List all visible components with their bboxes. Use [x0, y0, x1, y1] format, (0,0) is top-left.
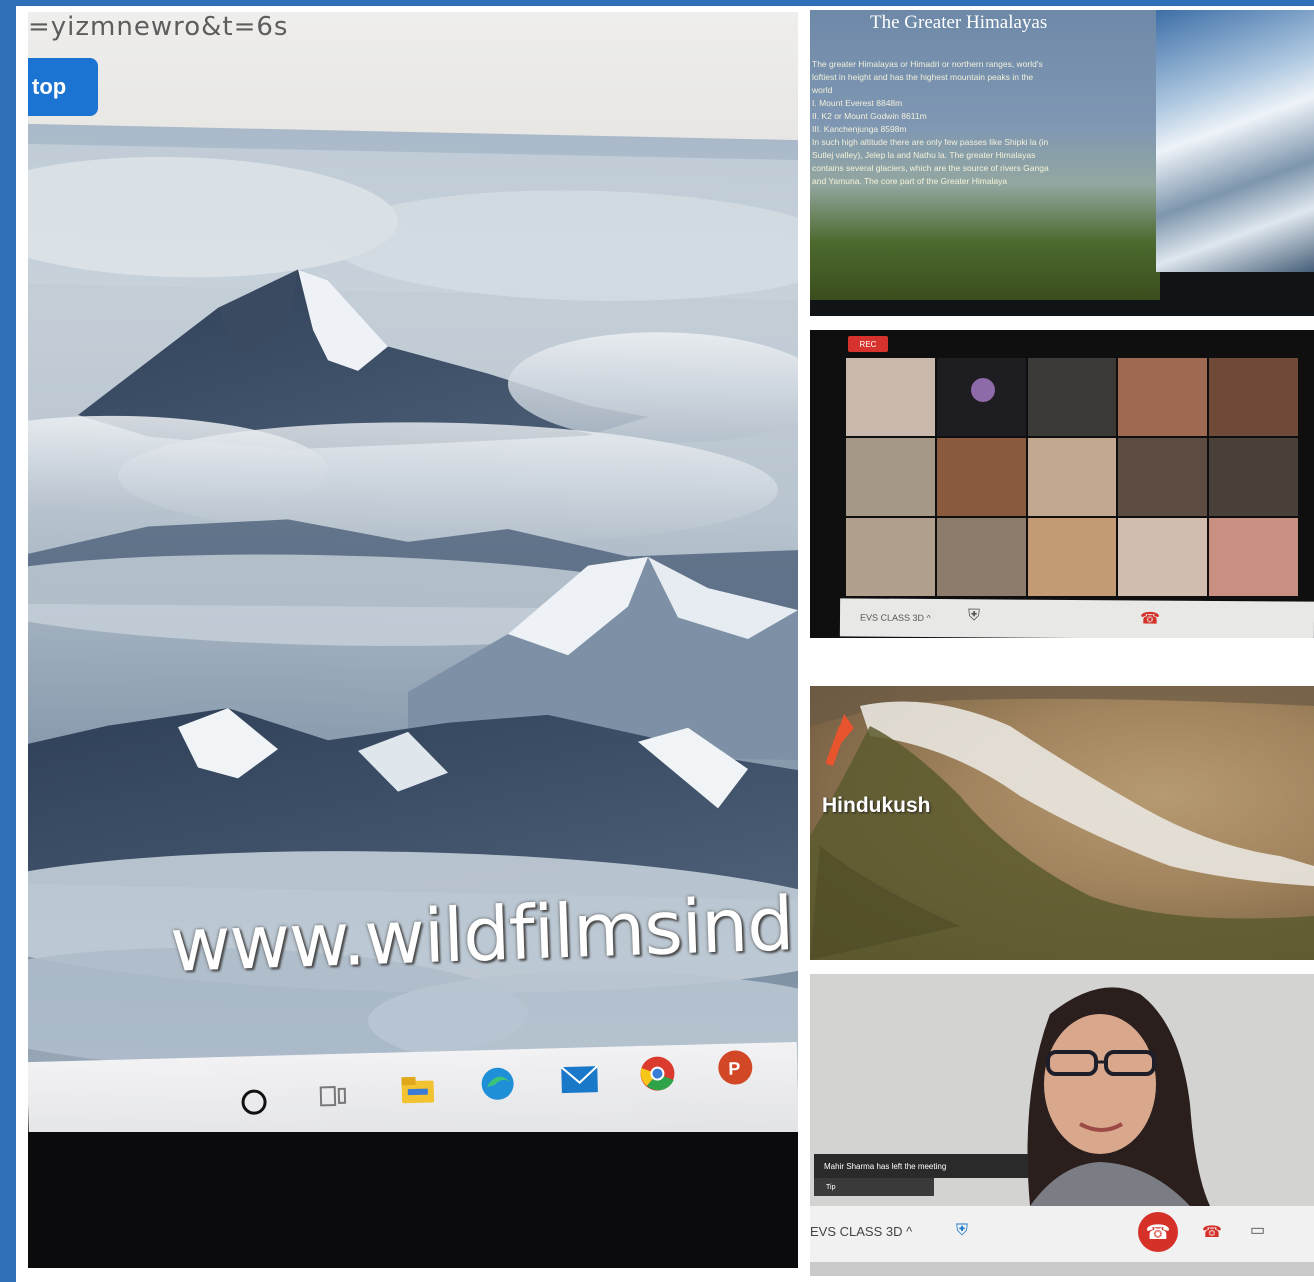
slide-line: loftiest in height and has the highest m… [812, 72, 1034, 82]
hangup-icon[interactable]: ☎ [1202, 1222, 1222, 1242]
edge-icon[interactable] [477, 1063, 518, 1104]
participant-tile[interactable] [1118, 518, 1208, 596]
hangup-icon[interactable]: ☎ [1140, 608, 1160, 628]
slide-line: Sutlej valley), Jelep la and Nathu la. T… [812, 150, 1036, 160]
slide-title: The Greater Himalayas [870, 12, 1048, 33]
slide-body: The greater Himalayas or Himadri or nort… [812, 58, 1132, 188]
slide-line: world [812, 85, 833, 95]
slide-line: III. Kanchenjunga 8598m [812, 124, 907, 134]
participant-tile[interactable] [1027, 518, 1117, 596]
himalaya-satellite-map: Hindukush [810, 686, 1314, 960]
participant-tile[interactable] [936, 518, 1026, 596]
url-fragment: =yizmnewro&t=6s [28, 12, 289, 42]
participant-grid [846, 358, 1298, 596]
left-meeting-toast: Mahir Sharma has left the meeting [814, 1154, 1028, 1178]
chrome-icon[interactable] [637, 1053, 678, 1094]
avatar [970, 378, 995, 402]
meeting-control-bar: EVS CLASS 3D ^ ⛨ ☎ [839, 598, 1314, 638]
participant-tile[interactable] [1209, 438, 1298, 516]
monitor-photo: =yizmnewro&t=6s top www.wildfilmsind P [28, 12, 798, 1268]
participant-tile[interactable] [846, 358, 935, 436]
stop-button[interactable]: top [28, 58, 98, 116]
participant-tile[interactable] [846, 518, 935, 596]
map-terrain-svg [810, 686, 1314, 960]
slide-line: contains several glaciers, which are the… [812, 163, 1049, 173]
teacher-video-call: Mahir Sharma has left the meeting Tip EV… [810, 974, 1314, 1276]
slide-line: II. K2 or Mount Godwin 8611m [812, 111, 927, 121]
participant-tile[interactable] [1118, 358, 1208, 436]
participant-tile[interactable] [1209, 518, 1298, 596]
slide-line: and Yamuna. The core part of the Greater… [812, 176, 1008, 186]
participant-tile[interactable] [1118, 438, 1208, 516]
slide-line: In such high altitude there are only few… [812, 137, 1049, 147]
monitor-bezel [28, 1132, 798, 1268]
frame-top-border [0, 0, 1314, 6]
meeting-name[interactable]: EVS CLASS 3D ^ [860, 612, 931, 622]
call-control-bar: EVS CLASS 3D ^ ⛨ ☎ ☎ ▭ [810, 1206, 1314, 1262]
slide-line: I. Mount Everest 8848m [812, 98, 903, 108]
video-meeting-grid: REC EVS CLASS 3D ^ ⛨ ☎ [810, 330, 1314, 638]
mail-icon[interactable] [559, 1059, 600, 1100]
map-label-hindukush: Hindukush [822, 794, 931, 817]
shield-icon[interactable]: ⛨ [956, 1222, 968, 1240]
participant-tile[interactable] [936, 438, 1026, 516]
cortana-circle-icon[interactable] [234, 1082, 275, 1123]
participant-tile[interactable] [846, 438, 935, 516]
slide-mountain-photo [1156, 10, 1314, 272]
participant-tile[interactable] [1027, 438, 1117, 516]
powerpoint-icon[interactable]: P [715, 1047, 756, 1088]
frame-left-border [0, 0, 16, 1282]
svg-text:P: P [728, 1058, 741, 1078]
meeting-name[interactable]: EVS CLASS 3D ^ [810, 1224, 912, 1239]
slide-line: The greater Himalayas or Himadri or nort… [812, 59, 1043, 69]
toast-subtext: Tip [814, 1178, 934, 1196]
recording-badge: REC [848, 336, 888, 352]
camera-icon[interactable]: ▭ [1250, 1220, 1265, 1240]
shield-icon[interactable]: ⛨ [968, 607, 980, 625]
participant-tile[interactable] [1027, 358, 1117, 436]
participant-tile[interactable] [936, 358, 1026, 436]
greater-himalayas-slide: The Greater Himalayas The greater Himala… [810, 10, 1314, 316]
end-call-button[interactable]: ☎ [1138, 1212, 1178, 1252]
task-view-icon[interactable] [313, 1076, 354, 1117]
participant-tile[interactable] [1209, 358, 1298, 436]
phone-icon: ☎ [1145, 1221, 1171, 1244]
file-explorer-icon[interactable] [397, 1069, 438, 1110]
